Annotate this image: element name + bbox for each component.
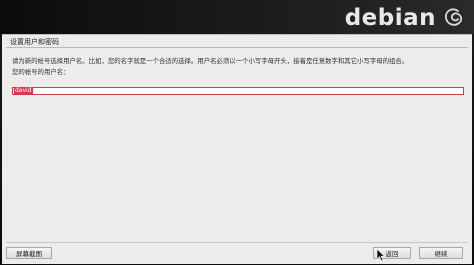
installer-screen: debian 设置用户和密码 请为新的帐号选择用户名。比如，您的名字就是一个合适… [0,0,474,265]
username-input[interactable]: david [12,87,464,95]
username-value: david [14,87,33,94]
installer-dialog: 设置用户和密码 请为新的帐号选择用户名。比如，您的名字就是一个合适的选择。用户名… [2,34,472,264]
screenshot-button[interactable]: 屏幕截图 [6,247,52,259]
dialog-title: 设置用户和密码 [10,38,59,46]
instruction-text: 请为新的帐号选择用户名。比如，您的名字就是一个合适的选择。用户名必须以一个小写字… [12,57,409,65]
logo-text: debian [344,5,436,31]
continue-button[interactable]: 继续 [419,247,463,259]
top-banner: debian [0,0,474,34]
mouse-pointer-icon [377,249,385,261]
bottom-divider [6,242,468,243]
debian-swirl-icon [445,8,463,26]
username-prompt: 您的帐号的用户名： [12,68,70,76]
debian-logo: debian [345,4,466,32]
title-divider [6,47,468,48]
